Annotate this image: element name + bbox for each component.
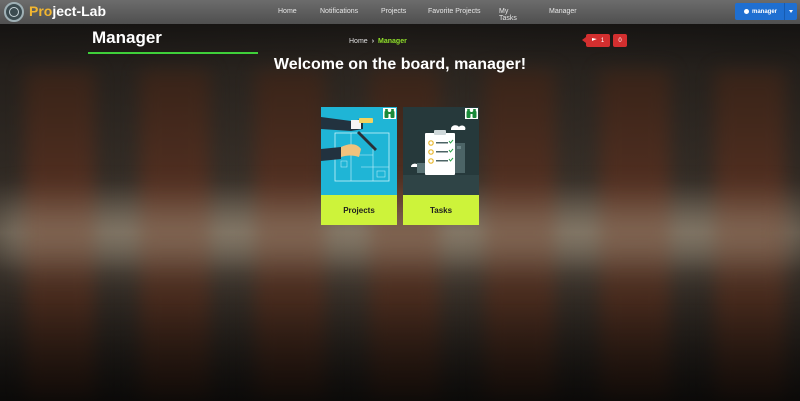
top-navbar: Project-Lab Home Notifications Projects … [0,0,800,24]
nav-link-my-tasks[interactable]: My Tasks [499,8,517,22]
caret-down-icon [789,10,793,13]
nav-link-home[interactable]: Home [278,8,297,15]
nav-link-manager[interactable]: Manager [549,8,577,15]
user-menu-button[interactable]: manager [735,3,797,20]
projects-card-label: Projects [321,195,397,225]
tasks-card-label: Tasks [403,195,479,225]
flag-icon [591,38,597,41]
breadcrumb-separator: › [371,38,375,45]
user-icon [744,9,749,14]
binoculars-icon[interactable] [465,108,478,119]
brand-prefix: Pro [29,3,53,19]
background-shade [0,300,800,401]
brand-name[interactable]: Project-Lab [29,3,106,19]
background-glow [0,205,800,265]
nav-link-notifications[interactable]: Notifications [320,8,358,15]
breadcrumb: Home › Manager [349,38,407,45]
alert-badge[interactable]: 0 [613,34,627,47]
title-underline [88,52,258,54]
binoculars-icon[interactable] [383,108,396,119]
blueprint-image [321,107,397,195]
projects-card[interactable]: Projects [321,107,397,225]
page-title: Manager [92,28,162,47]
nav-link-projects[interactable]: Projects [381,8,406,15]
nav-link-favorite-projects[interactable]: Favorite Projects [428,8,508,15]
notification-badge[interactable]: 1 [582,34,610,47]
checklist-image [403,107,479,195]
user-menu-toggle[interactable] [784,3,797,20]
notification-count: 1 [600,37,605,44]
welcome-heading: Welcome on the board, manager! [273,56,527,73]
brand-suffix: ject-Lab [52,3,107,19]
alert-count: 0 [618,37,622,44]
tasks-card[interactable]: Tasks [403,107,479,225]
logo-icon[interactable] [4,2,24,22]
user-label: manager [752,8,778,15]
breadcrumb-current: Manager [378,38,407,45]
breadcrumb-home[interactable]: Home [349,38,368,45]
